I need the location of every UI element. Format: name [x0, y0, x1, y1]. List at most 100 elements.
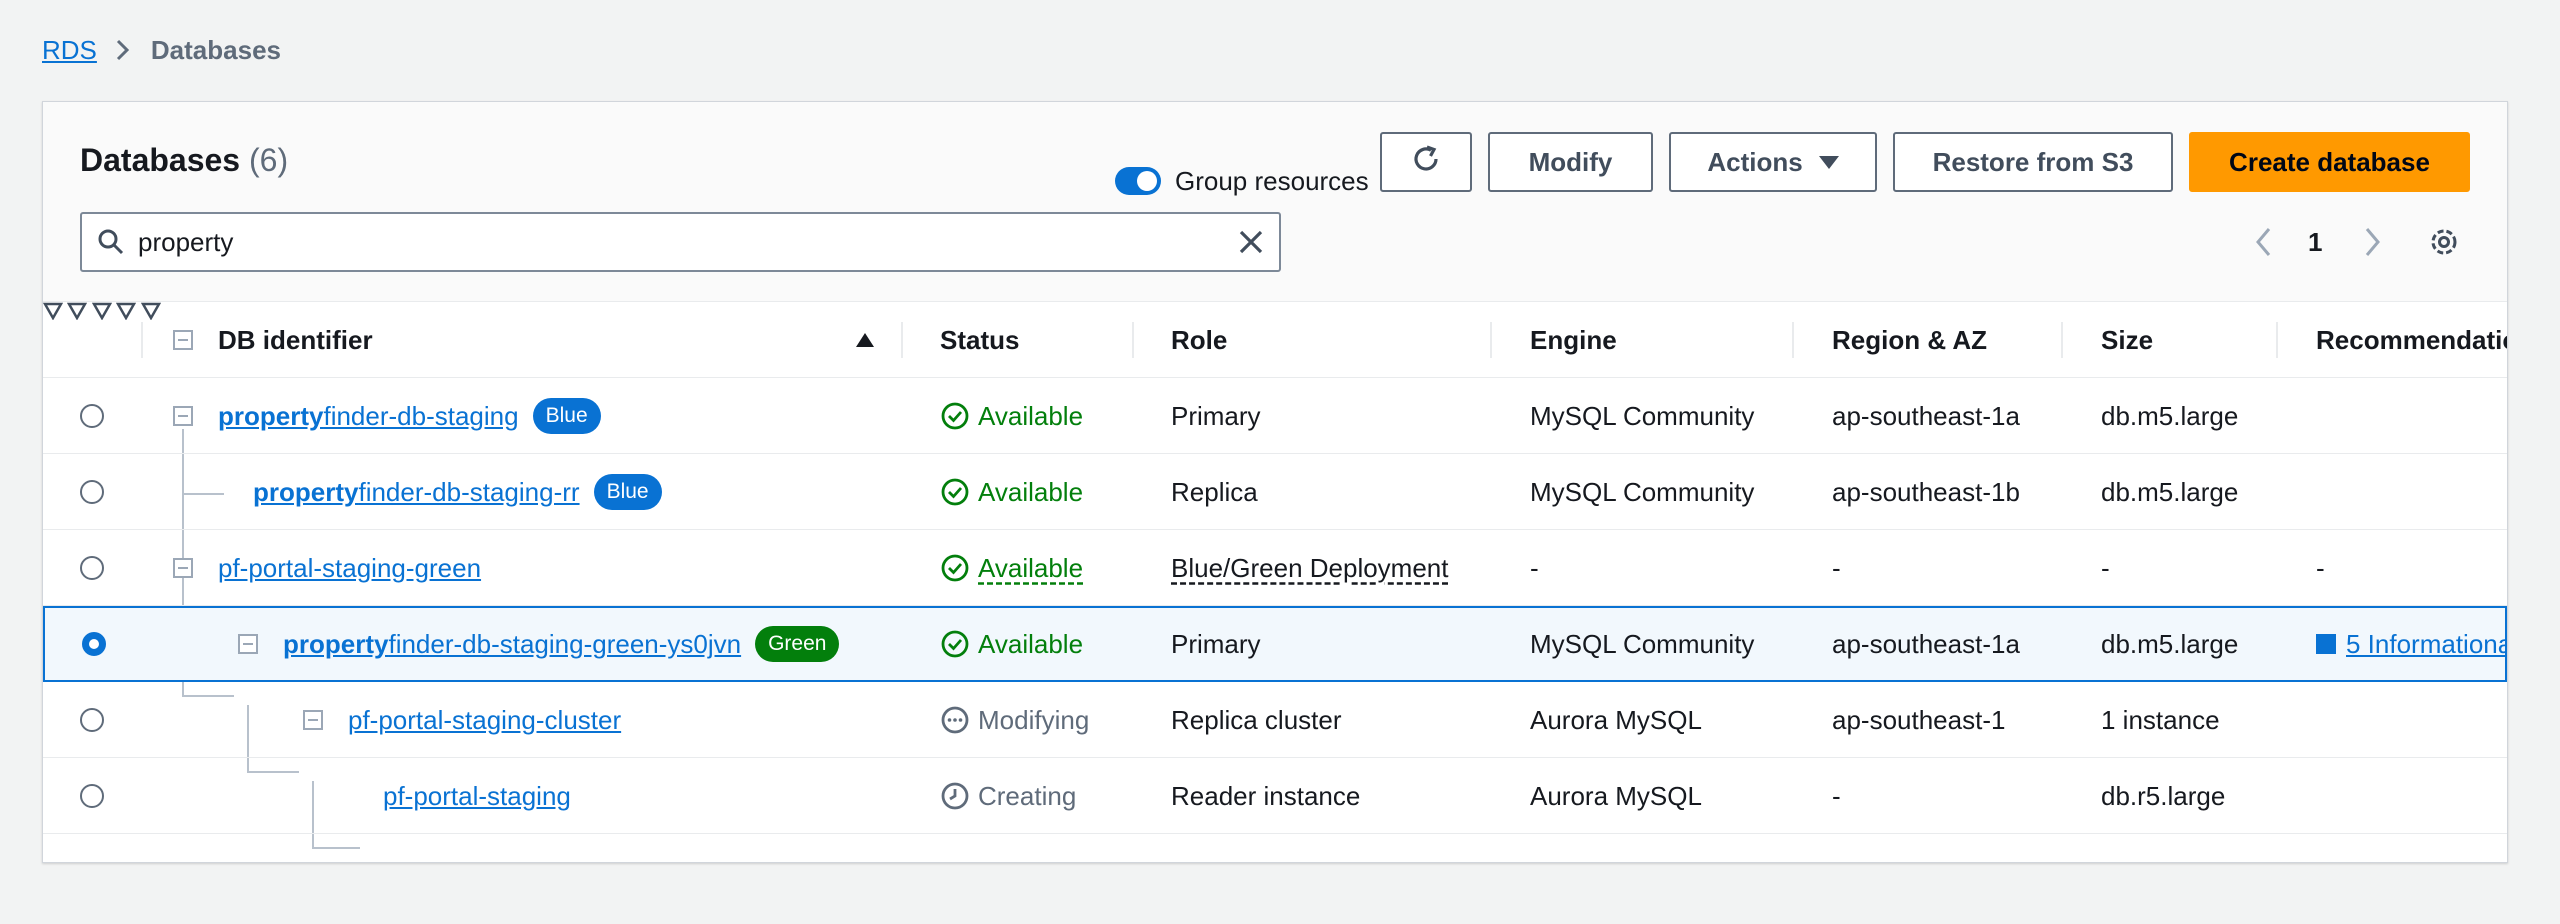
region-cell: ap-southeast-1a: [1832, 628, 2020, 659]
role-cell: Replica cluster: [1171, 704, 1342, 735]
collapse-icon[interactable]: [303, 710, 323, 730]
size-cell: 1 instance: [2101, 704, 2220, 735]
status-cell: Creating: [940, 758, 1076, 834]
group-resources-toggle[interactable]: Group resources: [1115, 159, 1369, 203]
sort-icon[interactable]: [140, 302, 161, 324]
chevron-right-icon: [115, 38, 131, 62]
size-cell: -: [2101, 552, 2110, 583]
status-cell: Modifying: [940, 682, 1089, 758]
db-identifier-link[interactable]: pf-portal-staging-cluster: [348, 705, 621, 736]
row-select-radio[interactable]: [80, 480, 104, 504]
engine-cell: MySQL Community: [1530, 628, 1755, 659]
sort-icon[interactable]: [91, 302, 113, 324]
blue-badge: Blue: [532, 398, 601, 434]
refresh-button[interactable]: [1380, 132, 1472, 192]
engine-cell: -: [1530, 552, 1539, 583]
table-row[interactable]: propertyfinder-db-staging-rr Blue Availa…: [43, 454, 2507, 530]
clock-icon: [940, 781, 970, 811]
databases-panel: Databases (6) Group resources Modify Act…: [42, 101, 2508, 863]
chevron-right-icon[interactable]: [2361, 220, 2383, 264]
sort-icon[interactable]: [116, 302, 137, 324]
collapse-icon[interactable]: [173, 558, 193, 578]
create-database-button[interactable]: Create database: [2189, 132, 2470, 192]
recommendations-cell[interactable]: 5 Informational: [2316, 608, 2507, 680]
db-identifier-cell: propertyfinder-db-staging-rr Blue: [253, 454, 662, 530]
db-identifier-link[interactable]: pf-portal-staging: [383, 781, 571, 812]
column-role[interactable]: Role: [1171, 302, 1227, 378]
region-cell: -: [1832, 552, 1841, 583]
table-row-selected[interactable]: propertyfinder-db-staging-green-ys0jvn G…: [43, 606, 2507, 682]
chevron-left-icon[interactable]: [2253, 220, 2275, 264]
breadcrumb: RDS Databases: [42, 32, 281, 68]
sort-icon[interactable]: [43, 302, 64, 324]
restore-from-s3-button[interactable]: Restore from S3: [1893, 132, 2173, 192]
role-cell: Replica: [1171, 476, 1258, 507]
status-cell: Available: [940, 608, 1083, 680]
page-title: Databases (6): [80, 142, 288, 179]
refresh-icon: [1409, 142, 1443, 183]
region-cell: -: [1832, 780, 1841, 811]
check-circle-icon: [940, 553, 970, 583]
region-cell: ap-southeast-1: [1832, 704, 2006, 735]
row-select-radio[interactable]: [80, 784, 104, 808]
role-cell: Primary: [1171, 400, 1261, 431]
clear-search-icon[interactable]: [1237, 228, 1265, 256]
size-cell: db.m5.large: [2101, 476, 2239, 507]
db-identifier-cell: pf-portal-staging: [383, 758, 571, 834]
search-icon: [96, 227, 126, 257]
role-cell: Reader instance: [1171, 780, 1361, 811]
modify-button[interactable]: Modify: [1488, 132, 1653, 192]
group-resources-label: Group resources: [1175, 165, 1369, 196]
db-identifier-link[interactable]: pf-portal-staging-green: [218, 553, 481, 584]
column-status[interactable]: Status: [940, 302, 1019, 378]
row-select-radio[interactable]: [80, 404, 104, 428]
column-size[interactable]: Size: [2101, 302, 2153, 378]
breadcrumb-rds-link[interactable]: RDS: [42, 35, 97, 66]
db-identifier-link[interactable]: propertyfinder-db-staging-rr: [253, 477, 580, 508]
row-select-radio[interactable]: [80, 708, 104, 732]
ellipsis-circle-icon: [940, 705, 970, 735]
column-recommendations[interactable]: Recommendations: [2316, 302, 2507, 378]
collapse-icon[interactable]: [173, 406, 193, 426]
region-cell: ap-southeast-1a: [1832, 400, 2020, 431]
search-input[interactable]: [138, 217, 1237, 267]
breadcrumb-current: Databases: [150, 34, 281, 65]
column-engine[interactable]: Engine: [1530, 302, 1617, 378]
recommendations-link[interactable]: 5 Informational: [2346, 629, 2507, 660]
table-row[interactable]: pf-portal-staging-cluster Modifying Repl…: [43, 682, 2507, 758]
sort-icon[interactable]: [67, 302, 88, 324]
engine-cell: MySQL Community: [1530, 400, 1755, 431]
caret-down-icon: [1818, 155, 1839, 169]
db-identifier-link[interactable]: propertyfinder-db-staging-green-ys0jvn: [283, 629, 741, 660]
actions-label: Actions: [1707, 146, 1803, 177]
title-count: (6): [248, 142, 289, 178]
table-row[interactable]: pf-portal-staging-green Available Blue/G…: [43, 530, 2507, 606]
region-cell: ap-southeast-1b: [1832, 476, 2020, 507]
collapse-icon[interactable]: [238, 634, 258, 654]
role-cell: Blue/Green Deployment: [1171, 552, 1449, 583]
db-identifier-cell: propertyfinder-db-staging Blue: [218, 378, 601, 454]
status-cell: Available: [940, 378, 1083, 454]
column-region-az[interactable]: Region & AZ: [1832, 302, 1987, 378]
green-badge: Green: [755, 626, 840, 662]
gear-icon[interactable]: [2427, 220, 2461, 264]
check-circle-icon: [940, 477, 970, 507]
table-row[interactable]: propertyfinder-db-staging Blue Available…: [43, 378, 2507, 454]
sort-ascending-icon[interactable]: [855, 332, 875, 353]
engine-cell: Aurora MySQL: [1530, 780, 1702, 811]
db-identifier-link[interactable]: propertyfinder-db-staging: [218, 401, 519, 432]
search-box: [80, 212, 1281, 272]
collapse-all-icon[interactable]: [173, 330, 193, 350]
toggle-switch[interactable]: [1115, 167, 1161, 195]
page-number[interactable]: 1: [2308, 220, 2322, 264]
actions-dropdown-button[interactable]: Actions: [1669, 132, 1877, 192]
row-select-radio[interactable]: [82, 632, 106, 656]
title-text: Databases: [80, 142, 241, 178]
engine-cell: Aurora MySQL: [1530, 704, 1702, 735]
column-db-identifier[interactable]: DB identifier: [218, 302, 373, 378]
recommendations-cell: -: [2316, 552, 2325, 583]
table-row[interactable]: pf-portal-staging Creating Reader instan…: [43, 758, 2507, 834]
row-select-radio[interactable]: [80, 556, 104, 580]
info-square-icon: [2316, 634, 2336, 654]
table-header: DB identifier Status Role Engine Region …: [43, 302, 2507, 378]
